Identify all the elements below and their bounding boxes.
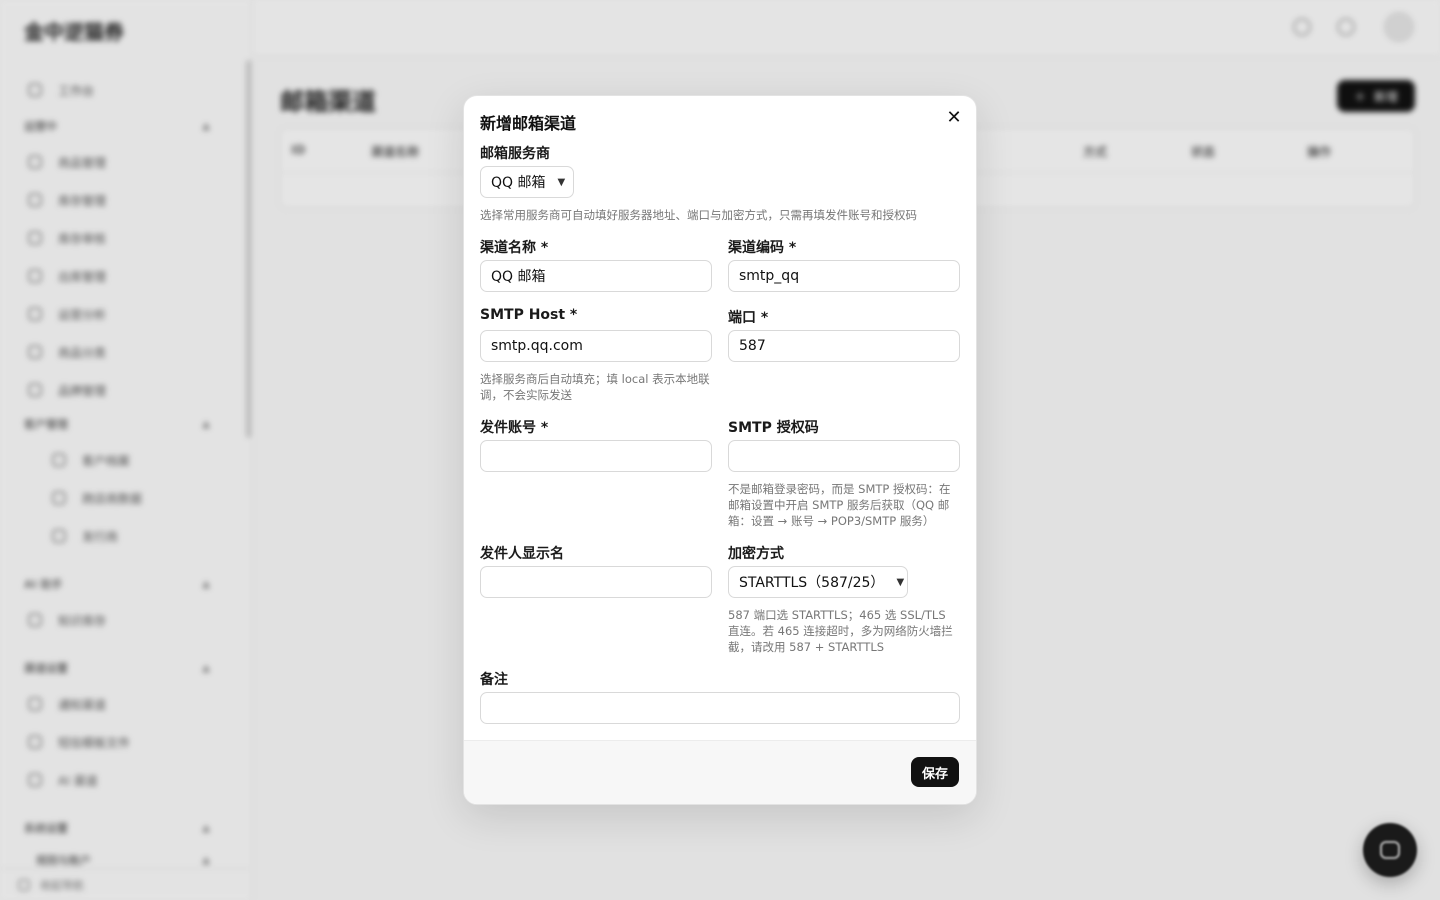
- channel-code-label: 渠道编码 *: [728, 240, 797, 256]
- sender-account-label: 发件账号 *: [480, 420, 549, 436]
- chat-fab-button[interactable]: [1363, 823, 1417, 877]
- encryption-select[interactable]: STARTTLS（587/25） ▼: [728, 566, 908, 598]
- provider-label: 邮箱服务商: [480, 146, 550, 162]
- smtp-host-input[interactable]: [480, 330, 712, 362]
- encryption-label: 加密方式: [728, 546, 784, 562]
- new-email-channel-dialog: 新增邮箱渠道 ✕ 邮箱服务商 QQ 邮箱 ▼ 选择常用服务商可自动填好服务器地址…: [463, 95, 977, 805]
- smtp-host-label: SMTP Host *: [480, 307, 578, 323]
- chevron-down-icon: ▼: [557, 176, 566, 188]
- encryption-hint: 587 端口选 STARTTLS；465 选 SSL/TLS 直连。若 465 …: [728, 608, 953, 654]
- channel-code-input[interactable]: [728, 260, 960, 292]
- encryption-selected-value: STARTTLS（587/25）: [739, 575, 885, 591]
- remark-label: 备注: [480, 672, 508, 688]
- port-label: 端口 *: [728, 310, 769, 326]
- port-input[interactable]: [728, 330, 960, 362]
- sender-name-input[interactable]: [480, 566, 712, 598]
- smtp-auth-label: SMTP 授权码: [728, 420, 819, 436]
- smtp-host-hint: 选择服务商后自动填充；填 local 表示本地联调，不会实际发送: [480, 372, 710, 402]
- smtp-auth-input[interactable]: [728, 440, 960, 472]
- chevron-down-icon: ▼: [896, 576, 905, 588]
- chat-icon: [1380, 841, 1400, 859]
- smtp-auth-hint: 不是邮箱登录密码，而是 SMTP 授权码：在邮箱设置中开启 SMTP 服务后获取…: [728, 482, 951, 528]
- provider-select[interactable]: QQ 邮箱 ▼: [480, 166, 574, 198]
- dialog-footer: 保存: [464, 740, 976, 804]
- save-button[interactable]: 保存: [911, 757, 959, 787]
- sender-account-input[interactable]: [480, 440, 712, 472]
- provider-selected-value: QQ 邮箱: [491, 175, 546, 191]
- close-icon[interactable]: ✕: [944, 108, 964, 128]
- provider-hint: 选择常用服务商可自动填好服务器地址、端口与加密方式，只需再填发件账号和授权码: [480, 208, 917, 222]
- dialog-title: 新增邮箱渠道: [480, 114, 577, 133]
- remark-input[interactable]: [480, 692, 960, 724]
- channel-name-input[interactable]: [480, 260, 712, 292]
- channel-name-label: 渠道名称 *: [480, 240, 549, 256]
- sender-name-label: 发件人显示名: [480, 546, 564, 562]
